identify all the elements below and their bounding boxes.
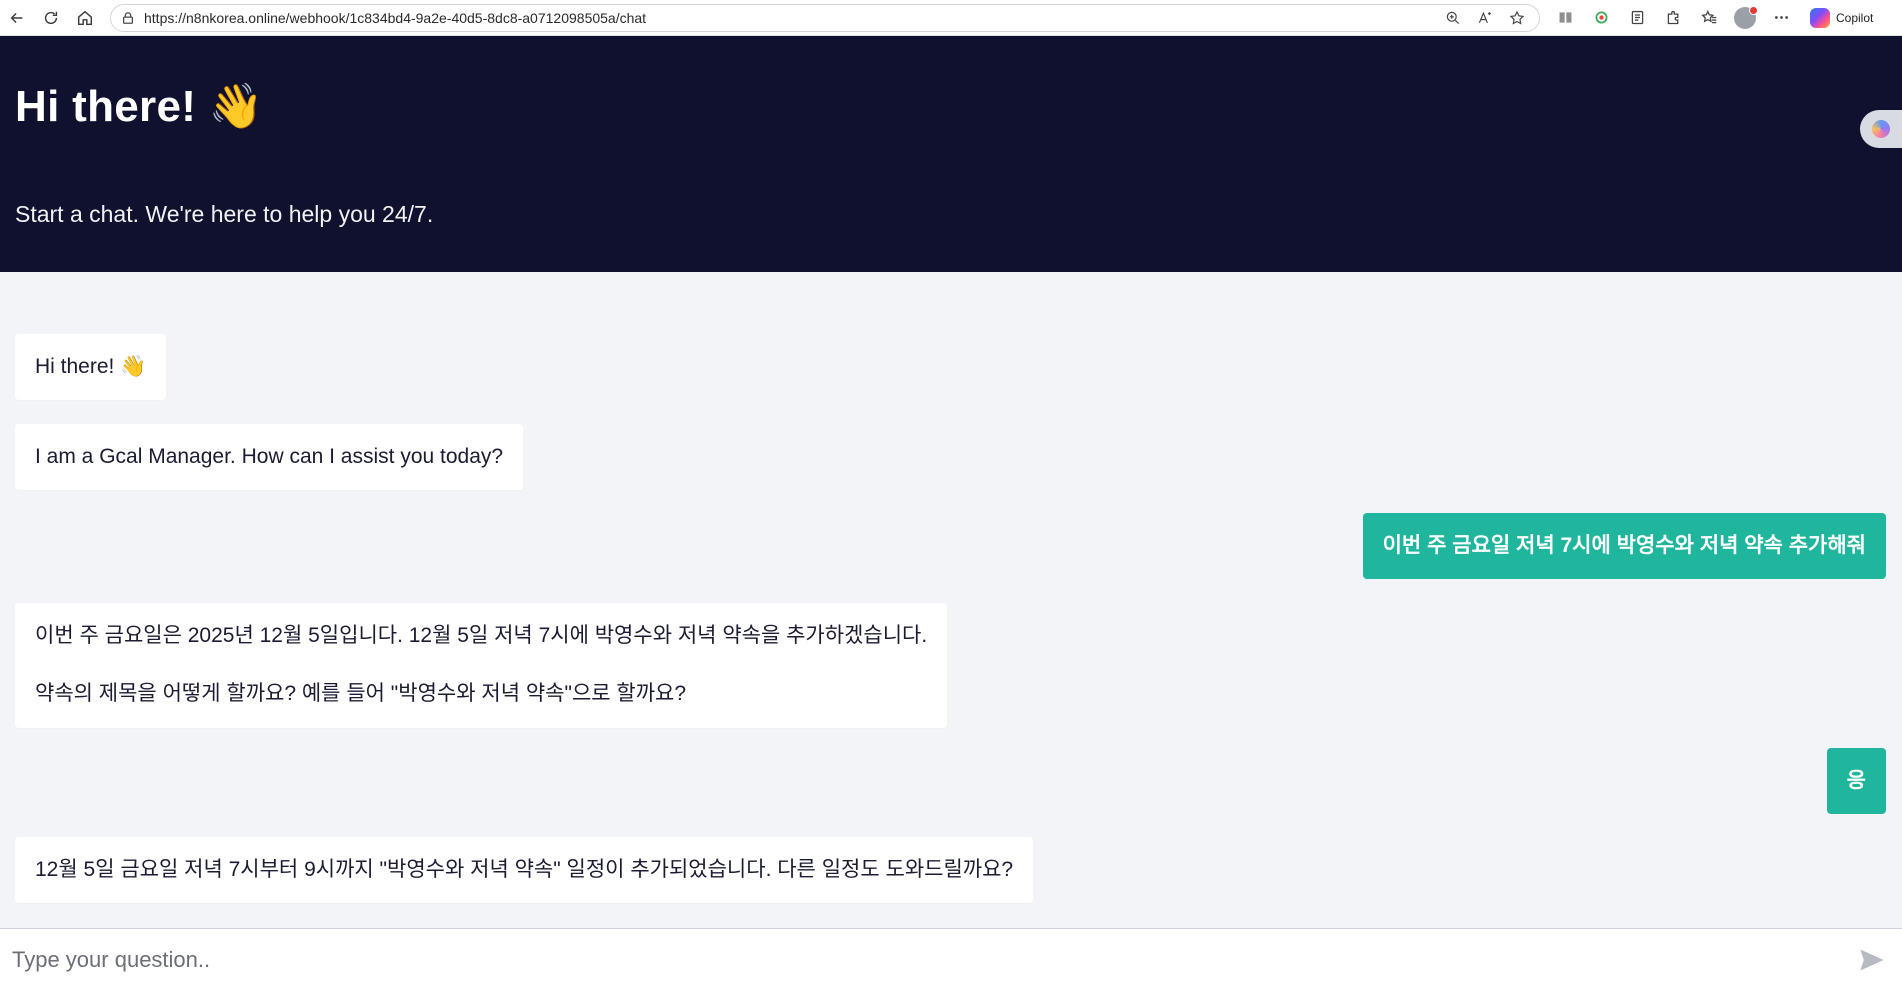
profile-icon[interactable] <box>1730 3 1760 33</box>
copilot-button[interactable]: Copilot <box>1804 3 1879 33</box>
chat-input[interactable] <box>0 930 1842 990</box>
split-screen-icon[interactable] <box>1622 3 1652 33</box>
copilot-label: Copilot <box>1836 10 1874 25</box>
message-text: 응 <box>1846 769 1866 792</box>
reading-view-icon[interactable] <box>1550 3 1580 33</box>
extension-icon[interactable] <box>1586 3 1616 33</box>
message-list: Hi there! 👋 I am a Gcal Manager. How can… <box>0 272 1902 928</box>
message-text: 약속의 제목을 어떻게 할까요? 예를 들어 "박영수와 저녁 약속"으로 할까… <box>35 682 687 706</box>
copilot-icon <box>1872 120 1890 138</box>
bot-message: 12월 5일 금요일 저녁 7시부터 9시까지 "박영수와 저녁 약속" 일정이… <box>15 837 1034 904</box>
zoom-icon[interactable] <box>1441 6 1465 30</box>
home-icon[interactable] <box>68 3 102 33</box>
send-button[interactable] <box>1842 930 1902 990</box>
message-text: 이번 주 금요일 저녁 7시에 박영수와 저녁 약속 추가해줘 <box>1382 534 1866 557</box>
send-icon <box>1860 949 1884 971</box>
chat-input-bar <box>0 928 1902 991</box>
extensions-puzzle-icon[interactable] <box>1658 3 1688 33</box>
message-text: 12월 5일 금요일 저녁 7시부터 9시까지 "박영수와 저녁 약속" 일정이… <box>35 858 1014 881</box>
favorite-star-icon[interactable] <box>1505 6 1529 30</box>
header-title: Hi there! 👋 <box>15 82 264 131</box>
header-subtitle: Start a chat. We're here to help you 24/… <box>15 201 434 227</box>
bot-message: I am a Gcal Manager. How can I assist yo… <box>15 424 524 491</box>
browser-toolbar: https://n8nkorea.online/webhook/1c834bd4… <box>0 0 1902 36</box>
refresh-icon[interactable] <box>34 3 68 33</box>
bot-message: 이번 주 금요일은 2025년 12월 5일입니다. 12월 5일 저녁 7시에… <box>15 603 948 728</box>
message-text: 이번 주 금요일은 2025년 12월 5일입니다. 12월 5일 저녁 7시에… <box>35 624 928 647</box>
copilot-icon <box>1810 7 1830 28</box>
user-message: 이번 주 금요일 저녁 7시에 박영수와 저녁 약속 추가해줘 <box>1362 513 1886 580</box>
chat-header: Hi there! 👋 Start a chat. We're here to … <box>0 36 1902 272</box>
bot-message: Hi there! 👋 <box>15 334 167 401</box>
read-aloud-icon[interactable] <box>1473 6 1497 30</box>
favorites-icon[interactable] <box>1694 3 1724 33</box>
url-text[interactable]: https://n8nkorea.online/webhook/1c834bd4… <box>144 10 1441 26</box>
user-message: 응 <box>1826 748 1886 815</box>
lock-icon[interactable] <box>121 11 135 25</box>
back-icon[interactable] <box>0 3 34 33</box>
message-text: I am a Gcal Manager. How can I assist yo… <box>35 445 504 468</box>
copilot-sidebar-tab[interactable] <box>1860 110 1902 148</box>
address-bar[interactable]: https://n8nkorea.online/webhook/1c834bd4… <box>110 3 1540 32</box>
message-text: Hi there! 👋 <box>35 355 147 378</box>
more-icon[interactable] <box>1766 3 1796 33</box>
